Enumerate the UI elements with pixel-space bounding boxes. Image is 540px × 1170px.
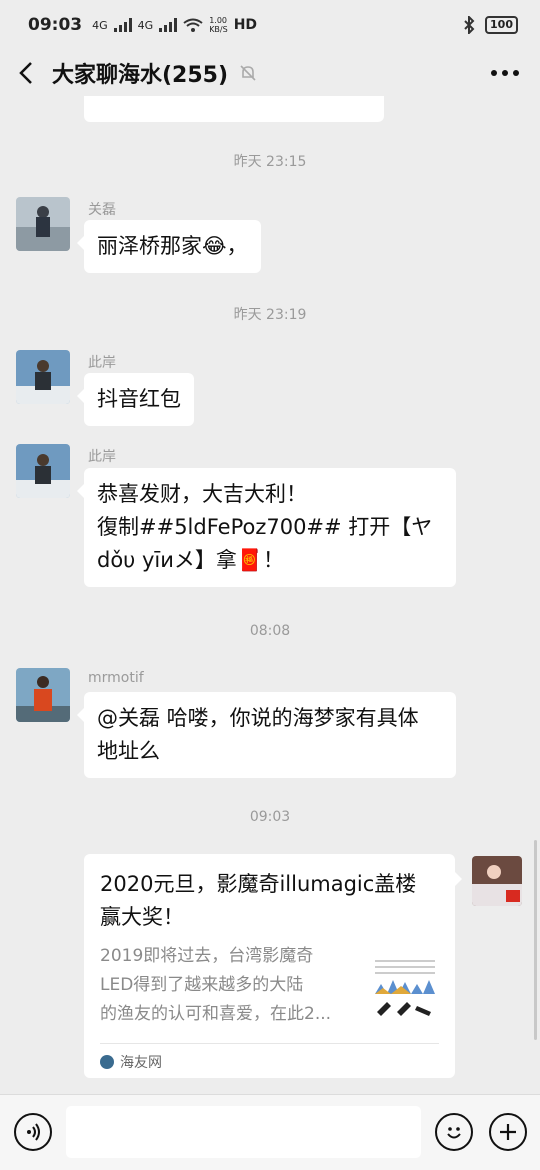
back-button[interactable] [0,50,52,96]
more-button[interactable] [470,50,540,96]
timestamp-divider: 09:03 [249,809,291,825]
status-bar: 09:03 4G 4G 1.00 KB/S HD 100 [0,0,540,50]
source-logo-icon [100,1055,114,1069]
avatar[interactable] [16,197,70,251]
avatar[interactable] [16,668,70,722]
avatar-image [16,668,70,722]
card-thumbnail [371,950,439,1018]
message-bubble[interactable]: @关磊 哈喽，你说的海梦家有具体 地址么 [77,692,456,778]
plus-icon [500,1124,516,1140]
card-desc-line: LED得到了越来越多的大陆 [100,975,304,995]
sender-name: mrmotif [88,670,144,686]
chat-header: 大家聊海水(255) [0,50,540,96]
message-bubble[interactable]: 抖音红包 [77,373,194,426]
message-line: 恭喜发财，大吉大利！ [97,482,307,506]
source-name: 海友网 [120,1055,162,1071]
avatar-image [16,197,70,251]
more-dots-icon [491,70,519,76]
emoji-button[interactable] [435,1113,473,1151]
voice-button[interactable] [14,1113,52,1151]
card-desc-line: 2019即将过去，台湾影魔奇 [100,946,314,966]
status-right: 100 [463,16,518,34]
plus-button[interactable] [489,1113,527,1151]
card-desc-line: 的渔友的认可和喜爱，在此2... [100,1004,332,1024]
battery-level: 100 [485,16,518,34]
message-list[interactable]: 昨天 23:15 关磊 丽泽桥那家😂， 昨天 23:19 此岸 抖音红包 此岸 … [0,96,540,1094]
card-description: 2019即将过去，台湾影魔奇 LED得到了越来越多的大陆 的渔友的认可和喜爱，在… [100,942,350,1029]
bell-off-icon [238,62,260,84]
sender-name: 关磊 [88,202,116,218]
my-avatar[interactable] [472,856,522,906]
wifi-icon [183,18,203,32]
signal-bars-icon-2 [159,18,178,32]
message-line: 地址么 [97,739,160,763]
sender-name: 此岸 [88,355,116,371]
chevron-left-icon [19,62,32,84]
signal-bars-icon [113,18,132,32]
sender-name: 此岸 [88,449,116,465]
avatar-image [16,350,70,404]
card-source: 海友网 [100,1043,439,1072]
chat-title: 大家聊海水(255) [52,63,229,88]
signal-icons: 4G 4G 1.00 KB/S HD [92,16,257,34]
avatar-image [16,444,70,498]
status-time: 09:03 [28,15,83,35]
voice-icon [27,1123,40,1141]
timestamp-divider: 08:08 [249,623,291,639]
message-line: dǒυ yīиメ】拿🧧！ [97,548,285,572]
message-input[interactable] [66,1106,421,1158]
message-line: 復制##5ldFePoz700## 打开【ヤ [97,515,433,539]
signal-4g-2: 4G [137,18,154,32]
message-bubble[interactable]: 恭喜发财，大吉大利！ 復制##5ldFePoz700## 打开【ヤ dǒυ yī… [77,468,456,587]
net-speed: 1.00 KB/S [209,16,228,34]
avatar[interactable] [16,350,70,404]
timestamp-divider: 昨天 23:15 [233,154,307,170]
message-line: @关磊 哈喽，你说的海梦家有具体 [97,706,419,730]
card-title-line: 赢大奖！ [100,905,184,929]
hd-badge: HD [233,17,258,33]
avatar[interactable] [16,444,70,498]
signal-4g-1: 4G [92,18,108,32]
message-bubble[interactable]: 丽泽桥那家😂， [77,220,261,273]
emoji-icon [447,1127,461,1139]
card-title-line: 2020元旦，影魔奇illumagic盖楼 [100,872,417,896]
link-card[interactable]: 2020元旦，影魔奇illumagic盖楼 赢大奖！ 2019即将过去，台湾影魔… [84,854,462,1078]
bluetooth-icon [464,16,475,34]
input-bar [0,1094,540,1170]
scrollbar[interactable] [534,840,537,1040]
avatar-image [472,856,522,906]
timestamp-divider: 昨天 23:19 [233,307,307,323]
partial-message-bubble[interactable] [84,96,384,122]
